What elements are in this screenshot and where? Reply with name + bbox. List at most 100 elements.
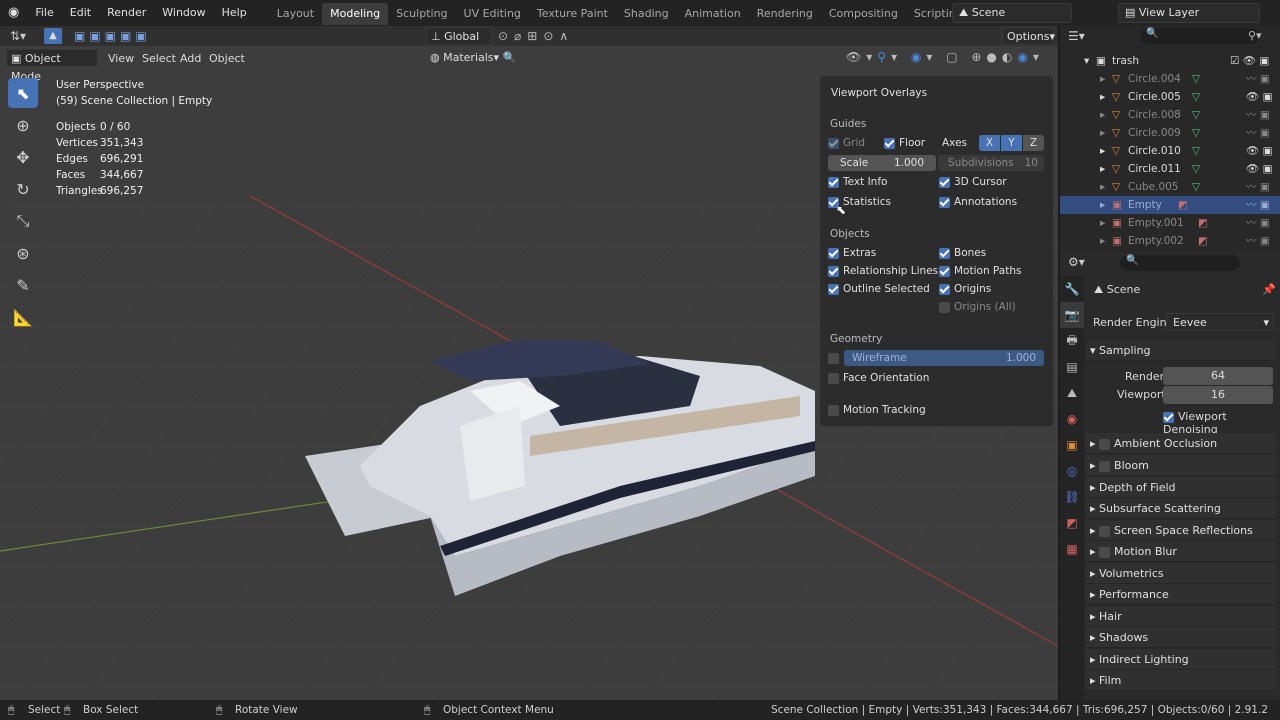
outliner-item[interactable]: ▸ ▽ Circle.004 ▽ 〰 ▣	[1060, 70, 1280, 88]
world-tab-icon[interactable]: ◉	[1060, 406, 1084, 432]
data-tab-icon[interactable]: ◩	[1060, 510, 1084, 536]
axis-x-toggle[interactable]: X	[979, 135, 1000, 151]
render-samples-field[interactable]: 64	[1163, 367, 1273, 385]
pin-icon[interactable]: 📌	[1262, 283, 1276, 296]
options-dropdown[interactable]: Options▾	[1002, 27, 1055, 45]
tab-animation[interactable]: Animation	[677, 3, 749, 25]
origins-all-toggle[interactable]: Origins (All)	[939, 301, 1016, 313]
relationship-lines-toggle[interactable]: Relationship Lines	[828, 265, 938, 277]
visibility-icons[interactable]: 〰 ▣	[1246, 196, 1270, 214]
visibility-icons[interactable]: 〰 ▣	[1246, 124, 1270, 142]
rotate-tool-icon[interactable]: ↻	[8, 174, 38, 204]
scale-tool-icon[interactable]: ⤡	[8, 206, 38, 236]
viewport-samples-field[interactable]: 16	[1163, 386, 1273, 404]
constraint-tab-icon[interactable]: ⛓	[1060, 484, 1084, 510]
extras-toggle[interactable]: Extras	[828, 247, 876, 259]
text-info-toggle[interactable]: Text Info	[828, 176, 887, 188]
menu-edit[interactable]: Edit	[62, 0, 99, 26]
outline-selected-toggle[interactable]: Outline Selected	[828, 283, 930, 295]
section-subsurface-scattering[interactable]: ▸ Subsurface Scattering	[1086, 498, 1276, 519]
axis-z-toggle[interactable]: Z	[1023, 135, 1044, 151]
wireframe-slider[interactable]: Wireframe 1.000	[844, 350, 1044, 366]
visibility-icons[interactable]: ☑ 👁 ▣	[1230, 52, 1269, 70]
section-sampling[interactable]: ▾ Sampling	[1086, 340, 1276, 361]
outliner-item[interactable]: ▸ ▽ Circle.010 ▽ 👁 ▣	[1060, 142, 1280, 160]
materials-dropdown[interactable]: ◍ Materials▾ 🔍	[430, 51, 516, 64]
outliner-editor-icon[interactable]: ☰▾	[1068, 29, 1085, 43]
physics-tab-icon[interactable]: ◎	[1060, 458, 1084, 484]
view-layer-tab-icon[interactable]: ▤	[1060, 354, 1084, 380]
properties-search-input[interactable]: 🔍	[1120, 255, 1240, 271]
scale-field[interactable]: Scale 1.000	[828, 155, 936, 171]
cursor-tool-icon[interactable]: ⊕	[8, 110, 38, 140]
render-engine-dropdown[interactable]: Eevee ▾	[1166, 313, 1274, 331]
motion-paths-toggle[interactable]: Motion Paths	[939, 265, 1021, 277]
outliner-item[interactable]: ▸ ▽ Circle.008 ▽ 〰 ▣	[1060, 106, 1280, 124]
tab-sculpting[interactable]: Sculpting	[388, 3, 455, 25]
tab-compositing[interactable]: Compositing	[821, 3, 906, 25]
subdivisions-field[interactable]: Subdivisions 10	[938, 155, 1044, 171]
render-tab-icon[interactable]: 📷	[1060, 302, 1084, 328]
snap-icons[interactable]: ⊙⌀⊞⊙∧	[498, 29, 574, 43]
visibility-icons[interactable]: 👁 ▣	[1246, 160, 1273, 178]
outliner-search-input[interactable]: 🔍	[1140, 28, 1260, 44]
axis-y-toggle[interactable]: Y	[1001, 135, 1022, 151]
outliner-item[interactable]: ▸ ▽ Circle.009 ▽ 〰 ▣	[1060, 124, 1280, 142]
section-hair[interactable]: ▸ Hair	[1086, 606, 1276, 627]
menu-file[interactable]: File	[27, 0, 61, 26]
section-depth-of-field[interactable]: ▸ Depth of Field	[1086, 477, 1276, 498]
floor-toggle[interactable]: Floor	[884, 137, 925, 149]
tab-shading[interactable]: Shading	[616, 3, 677, 25]
bones-toggle[interactable]: Bones	[939, 247, 986, 259]
object-tab-icon[interactable]: ▣	[1060, 432, 1084, 458]
select-mode-icons[interactable]: ▣▣▣▣▣	[74, 29, 151, 43]
menu-view[interactable]: View	[108, 52, 134, 65]
outliner-item[interactable]: ▸ ▽ Cube.005 ▽ 〰 ▣	[1060, 178, 1280, 196]
outliner-item-selected[interactable]: ▸ ▣ Empty ◩ 〰 ▣	[1060, 196, 1280, 214]
menu-object[interactable]: Object	[209, 52, 245, 65]
scene-selector[interactable]: ⛰ Scene	[952, 3, 1072, 23]
texture-tab-icon[interactable]: ▦	[1060, 536, 1084, 562]
orientation-dropdown[interactable]: ⊥ Global	[426, 27, 492, 45]
tab-rendering[interactable]: Rendering	[749, 3, 821, 25]
visibility-icons[interactable]: 〰 ▣	[1246, 70, 1270, 88]
visibility-icons[interactable]: 〰 ▣	[1246, 232, 1270, 250]
tab-uv-editing[interactable]: UV Editing	[456, 3, 529, 25]
transform-tool-icon[interactable]: ⊛	[8, 238, 38, 268]
menu-render[interactable]: Render	[99, 0, 154, 26]
mode-dropdown[interactable]: ▣ Object Mode	[6, 49, 98, 83]
section-volumetrics[interactable]: ▸ Volumetrics	[1086, 563, 1276, 584]
section-film[interactable]: ▸ Film	[1086, 670, 1276, 691]
select-tool-icon[interactable]: ▲	[44, 28, 62, 44]
section-ssr[interactable]: ▸ Screen Space Reflections	[1086, 520, 1276, 541]
measure-tool-icon[interactable]: 📐	[8, 302, 38, 332]
annotations-toggle[interactable]: Annotations	[939, 196, 1017, 208]
outliner-item[interactable]: ▸ ▽ Circle.011 ▽ 👁 ▣	[1060, 160, 1280, 178]
3d-cursor-toggle[interactable]: 3D Cursor	[939, 176, 1007, 188]
move-tool-icon[interactable]: ✥	[8, 142, 38, 172]
properties-editor-icon[interactable]: ⚙▾	[1068, 255, 1085, 269]
view-layer-selector[interactable]: ▤ View Layer	[1118, 3, 1260, 23]
section-shadows[interactable]: ▸ Shadows	[1086, 627, 1276, 648]
annotate-tool-icon[interactable]: ✎	[8, 270, 38, 300]
outliner-item[interactable]: ▸ ▽ Circle.005 ▽ 👁 ▣	[1060, 88, 1280, 106]
wireframe-toggle[interactable]	[828, 352, 843, 364]
section-motion-blur[interactable]: ▸ Motion Blur	[1086, 541, 1276, 562]
section-performance[interactable]: ▸ Performance	[1086, 584, 1276, 605]
face-orientation-toggle[interactable]: Face Orientation	[828, 372, 929, 384]
select-box-tool-icon[interactable]: ⬉	[8, 78, 38, 108]
outliner-item[interactable]: ▾ ▣ trash ☑ 👁 ▣	[1060, 52, 1280, 70]
tool-tab-icon[interactable]: 🔧	[1060, 276, 1084, 302]
scene-tab-icon[interactable]: ⛰	[1060, 380, 1084, 406]
viewport-header-icons[interactable]: 👁▾⚲▾ ◉▾ ▢ ⊕●◐◉▾	[846, 50, 1044, 64]
visibility-icons[interactable]: 〰 ▣	[1246, 178, 1270, 196]
outliner-item[interactable]: ▸ ▣ Empty.002 ◩ 〰 ▣	[1060, 232, 1280, 250]
visibility-icons[interactable]: 👁 ▣	[1246, 142, 1273, 160]
visibility-icons[interactable]: 〰 ▣	[1246, 106, 1270, 124]
origins-toggle[interactable]: Origins	[939, 283, 991, 295]
menu-window[interactable]: Window	[154, 0, 213, 26]
transform-pivot-icon[interactable]: ⇅▾	[10, 29, 26, 43]
motion-tracking-toggle[interactable]: Motion Tracking	[828, 404, 926, 416]
menu-select[interactable]: Select	[142, 52, 176, 65]
grid-toggle[interactable]: Grid	[828, 137, 865, 149]
